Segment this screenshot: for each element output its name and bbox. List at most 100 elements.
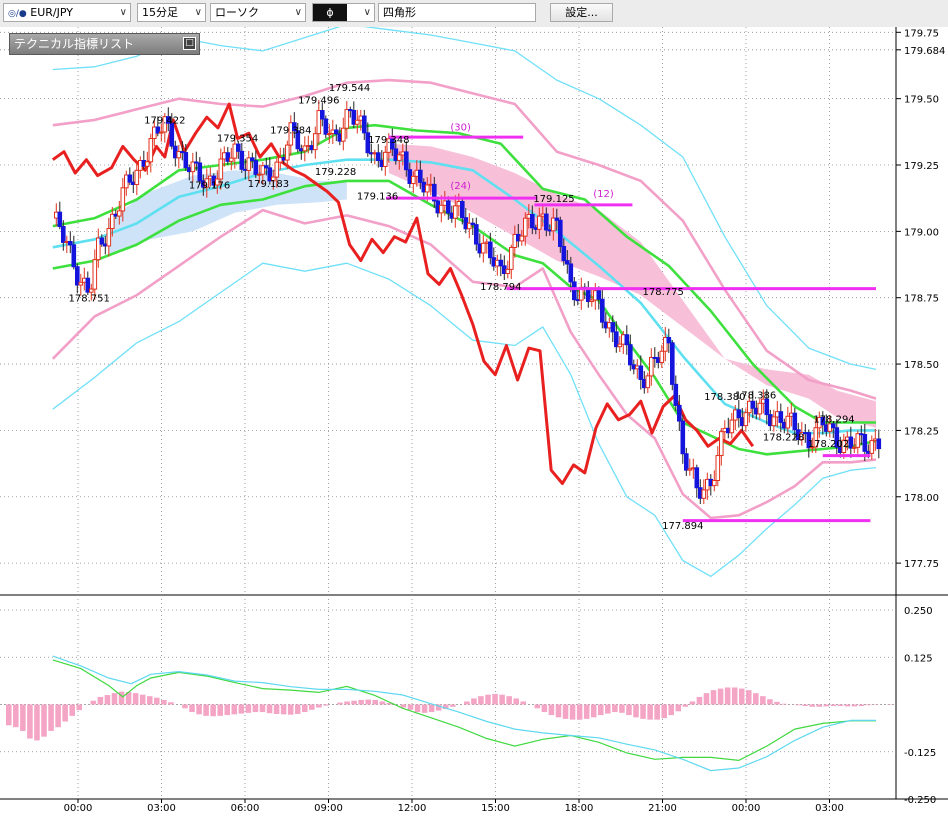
- candle-body: [624, 334, 630, 346]
- candle-body: [712, 479, 717, 487]
- shape-field[interactable]: 四角形: [378, 3, 536, 22]
- candle-body: [544, 213, 549, 231]
- candle-body: [568, 263, 574, 283]
- x-tick-label: 03:00: [147, 803, 176, 814]
- candle-body: [659, 350, 665, 363]
- candle-body: [855, 433, 861, 448]
- flag-icon: ◎/●: [8, 9, 27, 19]
- price-label: 179.136: [357, 191, 398, 202]
- histogram-bar: [590, 704, 597, 718]
- toolbar: ◎/● EUR/JPY ∨ 15分足 ∨ ローソク ∨ ϕ ∨ 四角形 設定..…: [0, 0, 948, 28]
- y-tick-label: 178.75: [904, 294, 939, 305]
- candle-body: [355, 119, 360, 125]
- chart-style-select[interactable]: ローソク ∨: [210, 3, 306, 22]
- price-label: 178.386: [735, 390, 776, 401]
- candle-body: [600, 298, 605, 323]
- price-label: 179.354: [217, 133, 258, 144]
- histogram-bar: [111, 693, 118, 705]
- sub-y-tick-label: -0.125: [904, 748, 936, 759]
- histogram-bar: [20, 704, 26, 731]
- candle-body: [694, 467, 700, 489]
- histogram-bar: [217, 704, 223, 716]
- candle-body: [666, 336, 672, 344]
- price-label: 179.422: [144, 115, 185, 126]
- histogram-bar: [760, 696, 766, 705]
- histogram-bar: [337, 702, 343, 705]
- timeframe-select[interactable]: 15分足 ∨: [137, 3, 206, 22]
- y-tick-label: 178.50: [904, 360, 939, 371]
- settings-button[interactable]: 設定...: [550, 3, 613, 22]
- candle-body: [362, 115, 367, 134]
- histogram-bar: [6, 704, 12, 726]
- candle-body: [673, 383, 679, 406]
- candle-body: [57, 211, 63, 228]
- histogram-bar: [428, 704, 435, 713]
- candle-body: [446, 200, 451, 214]
- candle-body: [71, 244, 77, 268]
- candle-body: [127, 174, 133, 183]
- histogram-bar: [781, 703, 787, 705]
- candle-body: [418, 169, 423, 183]
- chevron-down-icon: ∨: [194, 7, 202, 18]
- histogram-bar: [407, 704, 414, 710]
- candle-body: [411, 175, 416, 185]
- histogram-bar: [499, 694, 505, 705]
- candle-body: [572, 281, 577, 301]
- histogram-bar: [139, 694, 146, 705]
- histogram-bar: [548, 704, 555, 716]
- candle-body: [120, 187, 126, 212]
- histogram-bar: [13, 704, 19, 728]
- candle-body: [649, 356, 654, 377]
- candle-body: [848, 436, 854, 449]
- y-tick-label: 179.75: [904, 28, 939, 39]
- price-label: 179.384: [270, 125, 311, 136]
- candle-body: [537, 215, 542, 230]
- histogram-bar: [865, 704, 872, 706]
- y-tick-label: 179.684: [904, 46, 945, 57]
- histogram-bar: [69, 704, 75, 716]
- histogram-bar: [555, 704, 562, 718]
- candle-body: [460, 200, 465, 219]
- histogram-bar: [661, 704, 667, 719]
- histogram-bar: [576, 704, 583, 720]
- x-tick-label: 03:00: [815, 803, 844, 814]
- maximize-icon[interactable]: □: [183, 37, 196, 50]
- candle-body: [729, 419, 735, 434]
- histogram-bar: [689, 701, 696, 705]
- symbol-select[interactable]: ◎/● EUR/JPY ∨: [3, 3, 131, 22]
- histogram-bar: [231, 704, 238, 715]
- candle-body: [253, 160, 259, 175]
- histogram-bar: [372, 699, 379, 705]
- histogram-bar: [534, 704, 541, 709]
- candle-body: [341, 127, 346, 142]
- candle-body: [313, 133, 318, 151]
- candle-body: [218, 158, 224, 180]
- drawing-tool-select[interactable]: ϕ ∨: [312, 3, 375, 22]
- histogram-bar: [710, 690, 717, 705]
- histogram-bar: [450, 704, 456, 707]
- histogram-bar: [161, 699, 167, 705]
- histogram-bar: [823, 704, 830, 707]
- histogram-bar: [492, 693, 498, 705]
- candle-body: [481, 242, 486, 254]
- x-tick-label: 00:00: [64, 803, 93, 814]
- histogram-bar: [795, 704, 801, 706]
- candle-body: [596, 290, 602, 300]
- histogram-bar: [626, 704, 632, 716]
- histogram-bar: [583, 704, 590, 719]
- candle-body: [645, 375, 651, 389]
- candle-body: [383, 151, 388, 167]
- histogram-bar: [379, 701, 386, 705]
- histogram-bar: [471, 698, 477, 705]
- candle-body: [376, 152, 381, 162]
- histogram-bar: [309, 704, 315, 710]
- candle-body: [638, 365, 644, 380]
- histogram-bar: [210, 704, 216, 717]
- histogram-bar: [633, 704, 639, 718]
- histogram-bar: [34, 704, 40, 741]
- indicator-list-panel[interactable]: テクニカル指標リスト □: [9, 33, 200, 55]
- price-label: 178.202: [808, 439, 849, 450]
- histogram-bar: [154, 697, 160, 705]
- histogram-bar: [753, 693, 759, 705]
- x-tick-label: 06:00: [231, 803, 260, 814]
